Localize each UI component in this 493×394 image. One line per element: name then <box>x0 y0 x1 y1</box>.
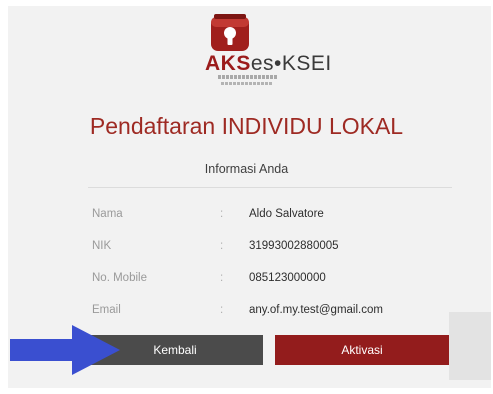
brand-logo-dot: • <box>274 52 282 75</box>
brand-logo-part2: es <box>250 52 275 75</box>
field-value: any.of.my.test@gmail.com <box>249 304 383 316</box>
lock-icon <box>211 14 249 51</box>
field-row-name: Nama : Aldo Salvatore <box>92 205 452 223</box>
field-row-email: Email : any.of.my.test@gmail.com <box>92 301 452 319</box>
arrow-right-icon <box>10 325 120 375</box>
field-label: Nama <box>92 208 123 220</box>
field-separator: : <box>220 272 224 284</box>
field-separator: : <box>220 304 224 316</box>
logo-tagline-secondary <box>221 82 273 85</box>
logo-tagline <box>218 75 278 79</box>
field-separator: : <box>220 208 224 220</box>
divider <box>88 187 452 188</box>
field-label: Email <box>92 304 121 316</box>
field-value: 085123000000 <box>249 272 326 284</box>
field-separator: : <box>220 240 224 252</box>
section-title: Informasi Anda <box>204 162 289 176</box>
side-panel <box>449 312 491 380</box>
activate-button[interactable]: Aktivasi <box>275 335 449 365</box>
page-title: Pendaftaran INDIVIDU LOKAL <box>89 113 404 139</box>
field-label: NIK <box>92 240 112 252</box>
brand-logo-part3: KSEI <box>281 52 332 75</box>
brand-logo: AKSes•KSEI <box>205 52 332 76</box>
brand-logo-part1: AKS <box>205 52 251 75</box>
field-label: No. Mobile <box>92 272 147 284</box>
field-row-nik: NIK : 31993002880005 <box>92 237 452 255</box>
field-value: Aldo Salvatore <box>249 208 324 220</box>
field-row-mobile: No. Mobile : 085123000000 <box>92 269 452 287</box>
field-value: 31993002880005 <box>249 240 339 252</box>
